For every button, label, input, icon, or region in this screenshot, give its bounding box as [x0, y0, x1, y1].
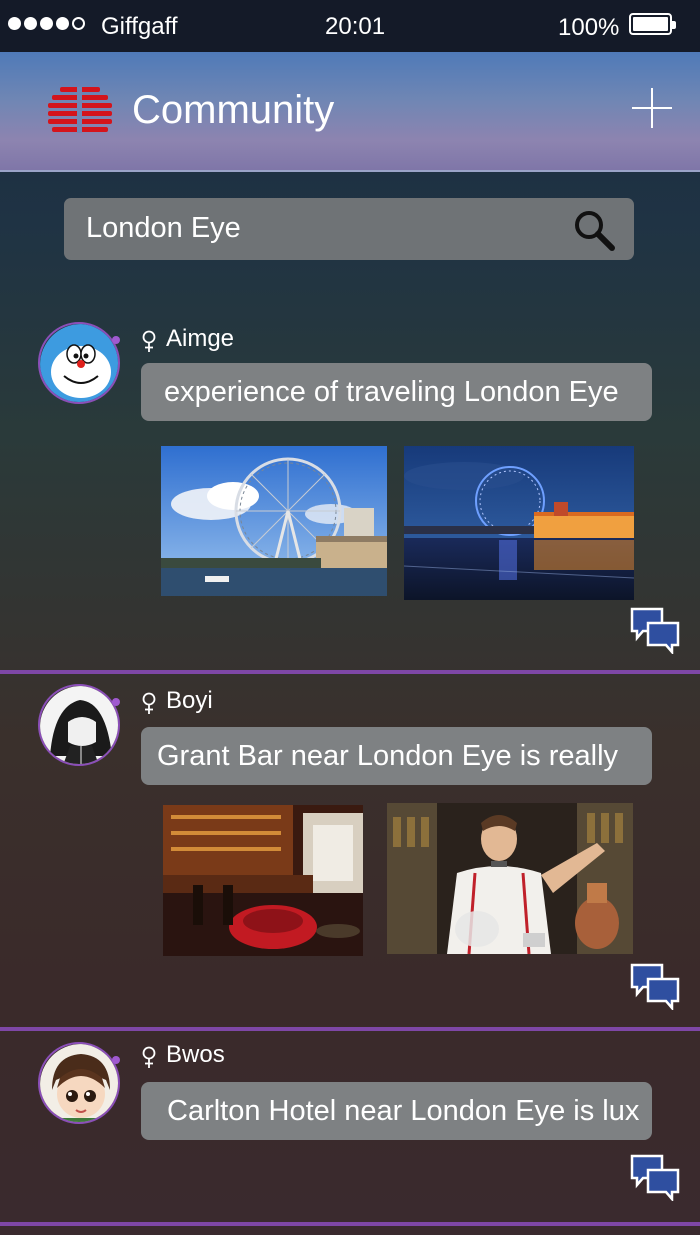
- online-indicator: [112, 1056, 120, 1064]
- user-avatar[interactable]: [38, 684, 120, 766]
- battery-percentage: 100%: [558, 14, 620, 41]
- online-indicator: [112, 698, 120, 706]
- post-divider: [0, 1222, 700, 1226]
- post-username[interactable]: Bwos: [166, 1041, 225, 1069]
- post-username[interactable]: Aimge: [166, 325, 234, 353]
- search-input[interactable]: [86, 208, 566, 248]
- post-photo[interactable]: [404, 446, 634, 600]
- user-avatar[interactable]: [38, 1042, 120, 1124]
- post-text: Grant Bar near London Eye is really: [157, 740, 619, 772]
- search-icon[interactable]: [572, 208, 616, 252]
- battery-icon: [629, 13, 676, 35]
- online-indicator: [112, 336, 120, 344]
- post-username[interactable]: Boyi: [166, 687, 213, 715]
- comment-icon[interactable]: [629, 606, 681, 654]
- post-photo[interactable]: [161, 446, 387, 596]
- female-gender-icon: [142, 1046, 156, 1068]
- app-logo-icon: [48, 87, 112, 137]
- user-avatar[interactable]: [38, 322, 120, 404]
- post-text-bubble[interactable]: Carlton Hotel near London Eye is lux: [141, 1082, 652, 1140]
- page-title: Community: [132, 88, 335, 132]
- comment-icon[interactable]: [629, 962, 681, 1010]
- post-photo[interactable]: [387, 803, 633, 954]
- app-header: Community: [0, 52, 700, 172]
- post-divider: [0, 1027, 700, 1031]
- post-text: Carlton Hotel near London Eye is lux: [167, 1095, 640, 1127]
- comment-icon[interactable]: [629, 1153, 681, 1201]
- add-post-icon[interactable]: [632, 88, 674, 130]
- post-text: experience of traveling London Eye: [164, 376, 619, 408]
- status-bar: Giffgaff 20:01 100%: [0, 0, 700, 52]
- post-text-bubble[interactable]: experience of traveling London Eye: [141, 363, 652, 421]
- signal-strength-icon: [8, 17, 85, 30]
- carrier-name: Giffgaff: [101, 13, 178, 40]
- search-bar: [64, 198, 634, 260]
- female-gender-icon: [142, 330, 156, 352]
- post-text-bubble[interactable]: Grant Bar near London Eye is really: [141, 727, 652, 785]
- clock: 20:01: [325, 13, 386, 40]
- female-gender-icon: [142, 692, 156, 714]
- post-divider: [0, 670, 700, 674]
- post-photo[interactable]: [163, 805, 363, 956]
